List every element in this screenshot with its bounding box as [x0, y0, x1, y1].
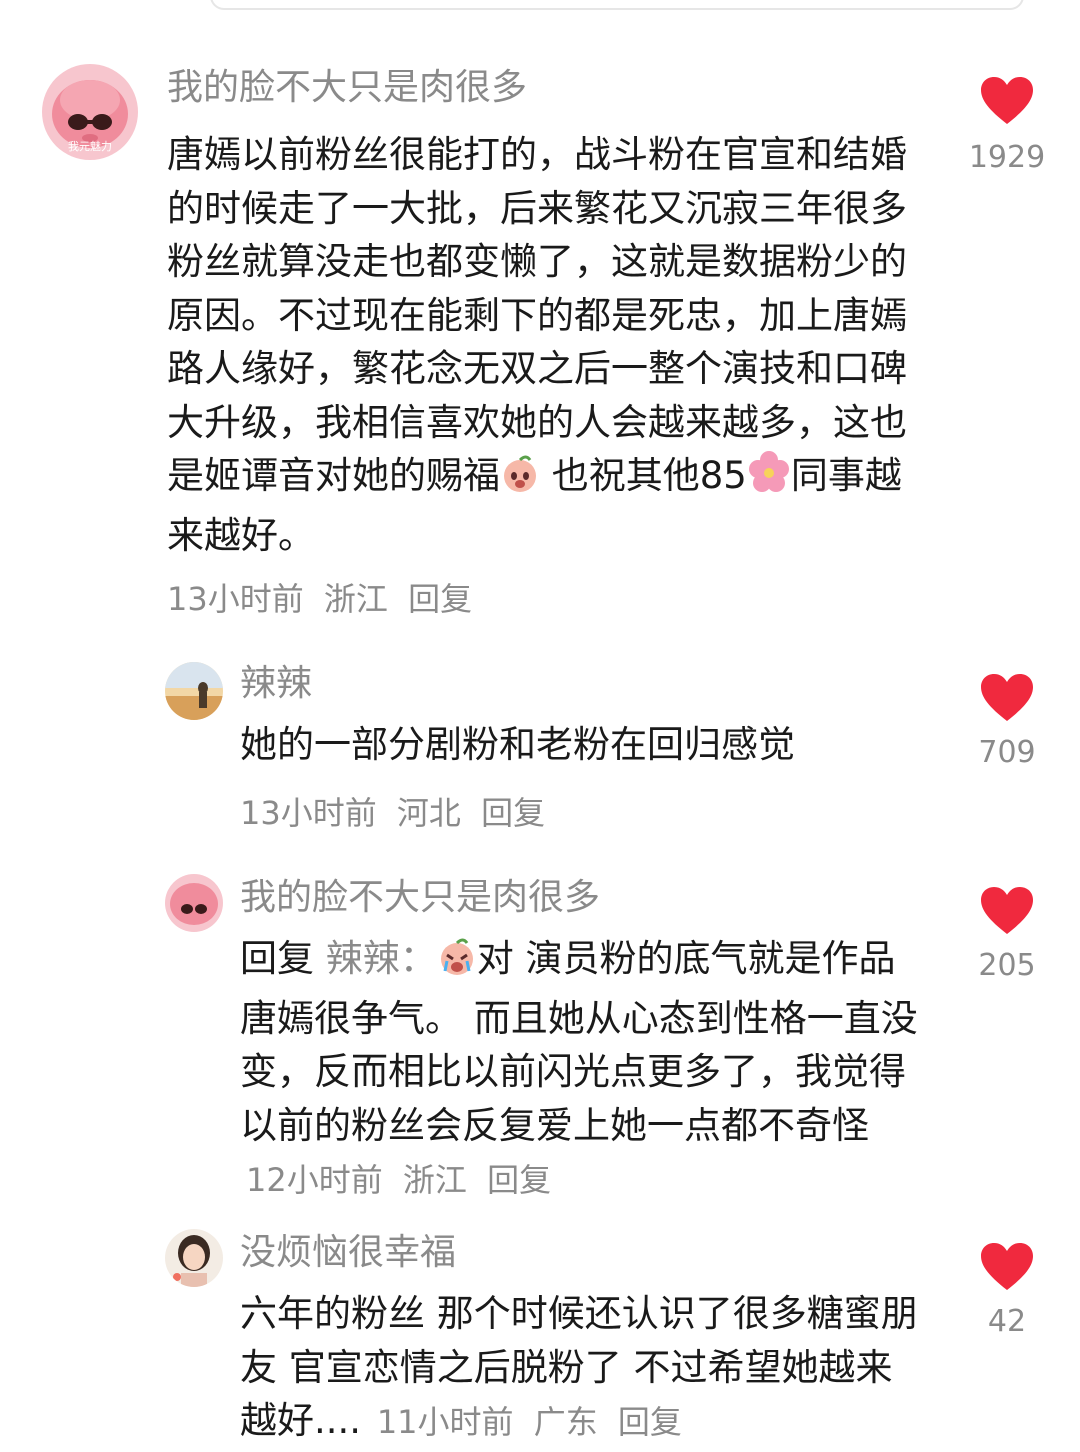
reply-to-username[interactable]: 辣辣： [326, 937, 437, 980]
reply-username[interactable]: 没烦恼很幸福 [240, 1231, 456, 1275]
comment-meta: 13小时前 河北 回复 [240, 788, 555, 834]
avatar-caption: 我元魅力 [68, 140, 112, 153]
reply-button[interactable]: 回复 [618, 1403, 682, 1441]
like-count: 205 [978, 948, 1036, 983]
comment-location: 广东 [533, 1403, 598, 1441]
heart-icon [981, 77, 1033, 124]
crying-peach-emoji-icon [500, 454, 540, 509]
comment-location: 浙江 [402, 1161, 467, 1199]
like-button[interactable]: 709 [972, 673, 1042, 770]
like-count: 709 [978, 735, 1036, 770]
comment-time: 11小时前 [376, 1403, 514, 1441]
heart-icon [981, 887, 1033, 934]
comment-time: 13小时前 [167, 580, 304, 618]
reply-button[interactable]: 回复 [487, 1161, 551, 1199]
pink-pig-avatar-icon[interactable]: 我元魅力 [42, 64, 138, 160]
sunset-person-avatar-icon[interactable] [165, 662, 223, 720]
comment-text-part: 也祝其他85 [540, 454, 747, 497]
heart-icon [981, 674, 1033, 721]
crying-peach-emoji-icon [437, 937, 477, 992]
comment-username[interactable]: 我的脸不大只是肉很多 [167, 66, 527, 110]
comment-meta: 12小时前 浙江 回复 [246, 1161, 561, 1199]
comment-time: 13小时前 [240, 794, 377, 832]
comment-text: 唐嫣以前粉丝很能打的，战斗粉在官宣和结婚的时候走了一大批，后来繁花又沉寂三年很多… [167, 128, 907, 562]
reply-button[interactable]: 回复 [481, 794, 545, 832]
search-bar-edge[interactable] [210, 0, 1024, 10]
reply-button[interactable]: 回复 [408, 580, 472, 618]
like-button[interactable]: 42 [972, 1242, 1042, 1339]
reply-text: 六年的粉丝 那个时候还认识了很多糖蜜朋友 官宣恋情之后脱粉了 不过希望她越来越好… [240, 1287, 920, 1450]
comment-meta: 13小时前 浙江 回复 [167, 574, 482, 620]
reply-username[interactable]: 辣辣 [240, 662, 312, 706]
reply-username[interactable]: 我的脸不大只是肉很多 [240, 876, 600, 920]
comment-text-part: 唐嫣以前粉丝很能打的，战斗粉在官宣和结婚的时候走了一大批，后来繁花又沉寂三年很多… [167, 133, 907, 497]
like-button[interactable]: 1929 [969, 76, 1045, 175]
pink-pig-avatar-icon[interactable] [165, 874, 223, 932]
comment-time: 12小时前 [246, 1161, 383, 1199]
reply-text: 她的一部分剧粉和老粉在回归感觉 [240, 723, 795, 766]
comment-location: 浙江 [323, 580, 388, 618]
like-count: 42 [987, 1304, 1027, 1339]
comment-location: 河北 [396, 794, 461, 832]
reply-text: 回复 辣辣：对 演员粉的底气就是作品 唐嫣很争气。 而且她从心态到性格一直没变，… [240, 932, 930, 1208]
reply-prefix: 回复 [240, 937, 314, 980]
like-count: 1929 [968, 140, 1046, 175]
pink-flower-emoji-icon [747, 450, 791, 509]
girl-portrait-avatar-icon[interactable] [165, 1229, 223, 1287]
like-button[interactable]: 205 [972, 886, 1042, 983]
heart-icon [981, 1243, 1033, 1290]
comment-meta: 11小时前 广东 回复 [377, 1403, 692, 1441]
